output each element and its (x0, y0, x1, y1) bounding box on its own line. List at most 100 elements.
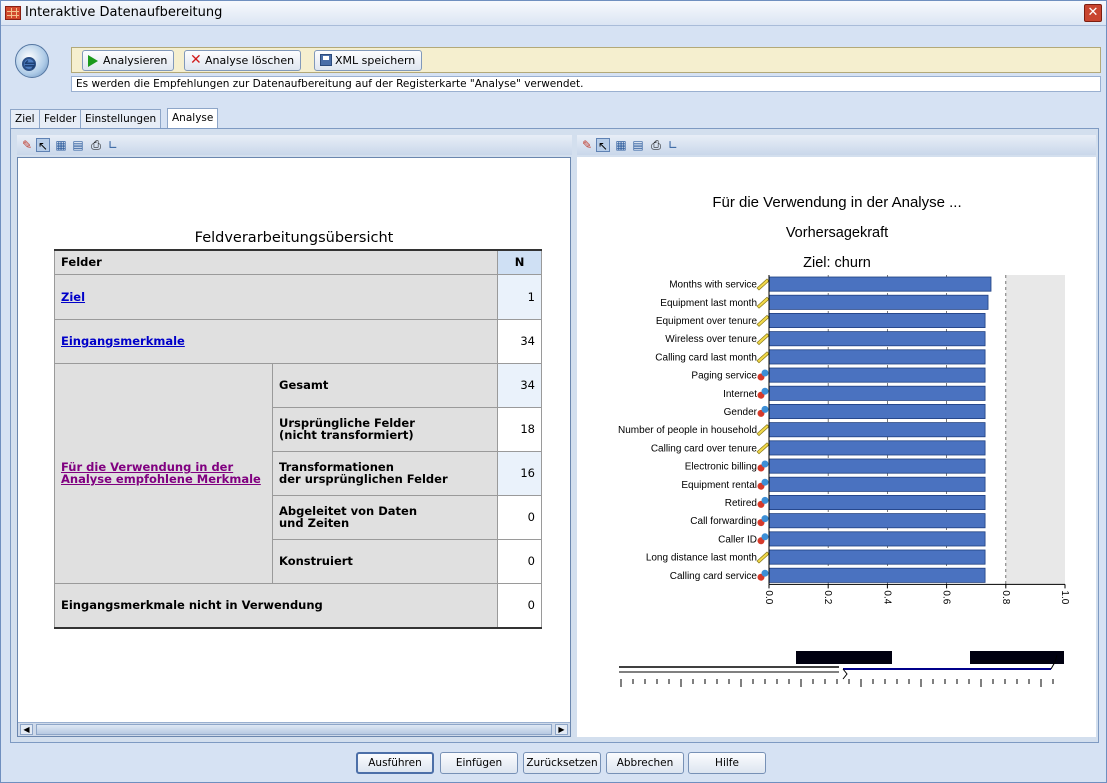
ziel-link[interactable]: Ziel (61, 290, 85, 304)
range-slider[interactable] (619, 651, 1064, 687)
floppy-disk-icon (320, 54, 332, 66)
sub-constructed-label: Konstruiert (272, 538, 498, 584)
category-label: Calling card service (670, 571, 758, 582)
bar (768, 403, 986, 419)
print-icon[interactable]: ⎙ (89, 138, 103, 152)
pivot-table-icon[interactable]: ▦ (54, 138, 68, 152)
bar (768, 276, 992, 292)
inputs-link[interactable]: Eingangsmerkmale (61, 334, 185, 348)
category-label: Long distance last month (646, 553, 757, 564)
bar (768, 422, 986, 438)
x-tick-label: 0.6 (941, 590, 952, 604)
right-pane-toolbar: ✎ ↖ ▦ ▤ ⎙ ∟ (577, 135, 1096, 155)
sub-original-count: 18 (497, 406, 542, 452)
scale-ruler-icon (756, 278, 770, 291)
category-label: Calling card last month (655, 352, 757, 363)
category-label: Paging service (691, 371, 757, 382)
nominal-icon (761, 369, 769, 377)
bar (768, 440, 986, 456)
clear-analysis-button[interactable]: ✕ Analyse löschen (184, 50, 302, 71)
bar (768, 567, 986, 583)
pivot-table-icon[interactable]: ▦ (614, 138, 628, 152)
bar (768, 549, 986, 565)
sub-transformed-count: 16 (497, 450, 542, 496)
row-recommended: Für die Verwendung in der Analyse empfoh… (54, 362, 273, 584)
pane-splitter[interactable] (572, 135, 576, 741)
bar (768, 385, 986, 401)
plot-area: Months with service Equipment last month E… (618, 275, 1070, 605)
pointer-icon[interactable]: ↖ (36, 138, 50, 153)
action-toolbar: Analysieren ✕ Analyse löschen XML speich… (71, 47, 1101, 73)
slider-right-handle[interactable] (970, 651, 1064, 664)
slider-left-handle[interactable] (796, 651, 892, 664)
pointer-icon[interactable]: ↖ (596, 138, 610, 153)
bar (768, 312, 986, 328)
bar (768, 494, 986, 510)
scroll-left-arrow-icon[interactable]: ◀ (20, 724, 33, 735)
tab-felder[interactable]: Felder (39, 109, 82, 128)
scale-ruler-icon (756, 351, 770, 364)
brush-icon[interactable]: ✎ (20, 138, 34, 152)
sub-transformed-label: Transformationen der ursprünglichen Feld… (272, 450, 498, 496)
scroll-thumb[interactable] (36, 724, 552, 735)
title-bar: Interaktive Datenaufbereitung ✕ (1, 1, 1106, 26)
header-fields: Felder (54, 249, 498, 275)
play-icon (88, 55, 98, 67)
bar (768, 367, 986, 383)
x-tick-label: 1.0 (1059, 590, 1070, 604)
x-tick-label: 0.4 (881, 590, 892, 604)
predictive-power-chart: Für die Verwendung in der Analyse ... Vo… (618, 194, 1070, 687)
bar (768, 294, 989, 310)
scale-ruler-icon (756, 296, 770, 309)
category-label: Internet (723, 389, 757, 400)
scale-ruler-icon (756, 442, 770, 455)
reset-button[interactable]: Zurücksetzen (523, 752, 601, 774)
summary-pane: Feldverarbeitungsübersicht Felder N Ziel… (17, 157, 571, 737)
tab-analyse[interactable]: Analyse (167, 108, 219, 128)
close-button[interactable]: ✕ (1084, 4, 1102, 22)
dialog-window: Interaktive Datenaufbereitung ✕ Analysie… (0, 0, 1107, 783)
scale-ruler-icon (756, 333, 770, 346)
scale-ruler-icon (756, 551, 770, 564)
copy-table-icon[interactable]: ▤ (71, 138, 85, 152)
print-icon[interactable]: ⎙ (649, 138, 663, 152)
cancel-button[interactable]: Abbrechen (606, 752, 684, 774)
brush-icon[interactable]: ✎ (580, 138, 594, 152)
horizontal-scrollbar[interactable]: ◀ ▶ (18, 722, 570, 736)
data-prep-icon (15, 44, 49, 78)
save-xml-label: XML speichern (335, 54, 416, 67)
category-label: Gender (724, 407, 758, 418)
shaded-region (1005, 275, 1065, 585)
tab-ziel[interactable]: Ziel (10, 109, 40, 128)
axis-icon[interactable]: ∟ (106, 138, 120, 152)
analyze-label: Analysieren (103, 54, 168, 67)
nominal-icon (761, 460, 769, 468)
inputs-count: 34 (497, 318, 542, 364)
bar (768, 458, 986, 474)
tab-einstellungen[interactable]: Einstellungen (80, 109, 162, 128)
paste-button[interactable]: Einfügen (440, 752, 518, 774)
chart-target: Ziel: churn (803, 255, 871, 271)
x-tick-label: 0.8 (1000, 590, 1011, 604)
bar (768, 349, 986, 365)
bar (768, 331, 986, 347)
axis-icon[interactable]: ∟ (666, 138, 680, 152)
analyze-button[interactable]: Analysieren (82, 50, 175, 71)
recommended-link[interactable]: Für die Verwendung in der Analyse empfoh… (61, 461, 266, 485)
help-button[interactable]: Hilfe (688, 752, 766, 774)
gear-icon (22, 57, 36, 71)
nominal-icon (761, 405, 769, 413)
info-message: Es werden die Empfehlungen zur Datenaufb… (71, 76, 1101, 92)
clear-analysis-label: Analyse löschen (205, 54, 295, 67)
run-button[interactable]: Ausführen (356, 752, 434, 774)
save-xml-button[interactable]: XML speichern (314, 50, 423, 71)
copy-table-icon[interactable]: ▤ (631, 138, 645, 152)
bar (768, 513, 986, 529)
row-ziel: Ziel (54, 273, 498, 320)
category-label: Electronic billing (685, 462, 757, 473)
category-label: Equipment last month (660, 298, 757, 309)
x-tick-label: 0.0 (763, 590, 774, 604)
delete-x-icon: ✕ (190, 52, 202, 68)
scroll-right-arrow-icon[interactable]: ▶ (555, 724, 568, 735)
nominal-icon (761, 515, 769, 523)
